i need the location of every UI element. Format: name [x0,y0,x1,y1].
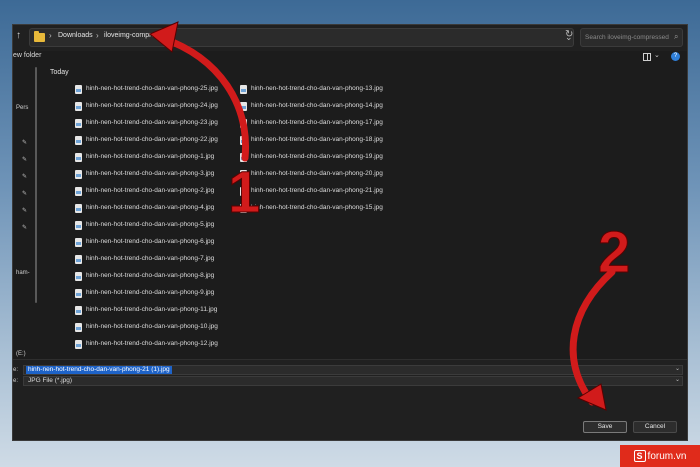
file-type-select[interactable]: JPG File (*.jpg) ⌄ [23,376,683,386]
address-box[interactable]: › Downloads › iloveimg-compressed ⌄ [29,28,574,47]
group-header-today: Today [50,69,69,76]
folder-icon [34,31,45,42]
image-file-icon [240,187,247,196]
file-name: hinh-nen-hot-trend-cho-dan-van-phong-8.j… [86,272,215,279]
nav-item-folder[interactable]: ham- [16,270,30,276]
pin-icon: ✎ [22,174,28,180]
save-as-dialog: ↑ › Downloads › iloveimg-compressed ⌄ ↻ … [12,24,688,441]
pin-icon: ✎ [22,225,28,231]
file-name: hinh-nen-hot-trend-cho-dan-van-phong-17.… [251,119,383,126]
search-input[interactable]: Search iloveimg-compressed ⌕ [580,28,683,47]
file-name: hinh-nen-hot-trend-cho-dan-van-phong-3.j… [86,170,215,177]
file-name: hinh-nen-hot-trend-cho-dan-van-phong-25.… [86,85,218,92]
cancel-button[interactable]: Cancel [633,421,677,433]
image-file-icon [75,119,82,128]
nav-scrollbar[interactable] [35,67,37,303]
pin-icon: ✎ [22,208,28,214]
pin-icon: ✎ [22,140,28,146]
address-bar: ↑ › Downloads › iloveimg-compressed ⌄ ↻ … [13,25,687,51]
new-folder-button[interactable]: ew folder [13,52,41,59]
file-name: hinh-nen-hot-trend-cho-dan-van-phong-20.… [251,170,383,177]
help-icon[interactable]: ? [671,52,680,61]
file-name: hinh-nen-hot-trend-cho-dan-van-phong-15.… [251,204,383,211]
image-file-icon [75,255,82,264]
brand-logo: Sforum.vn [620,445,700,467]
file-name: hinh-nen-hot-trend-cho-dan-van-phong-12.… [86,340,218,347]
file-name: hinh-nen-hot-trend-cho-dan-van-phong-2.j… [86,187,215,194]
file-name: hinh-nen-hot-trend-cho-dan-van-phong-21.… [251,187,383,194]
file-name: hinh-nen-hot-trend-cho-dan-van-phong-4.j… [86,204,215,211]
file-name: hinh-nen-hot-trend-cho-dan-van-phong-5.j… [86,221,215,228]
search-placeholder: Search iloveimg-compressed [585,34,669,41]
save-type-label: e: [13,378,19,384]
file-name: hinh-nen-hot-trend-cho-dan-van-phong-1.j… [86,153,215,160]
file-name-label: e: [13,367,19,373]
search-icon: ⌕ [674,32,679,41]
image-file-icon [240,85,247,94]
file-name: hinh-nen-hot-trend-cho-dan-van-phong-13.… [251,85,383,92]
breadcrumb-downloads[interactable]: Downloads [58,32,93,39]
file-name: hinh-nen-hot-trend-cho-dan-van-phong-24.… [86,102,218,109]
file-name: hinh-nen-hot-trend-cho-dan-van-phong-7.j… [86,255,215,262]
image-file-icon [75,153,82,162]
file-type-value: JPG File (*.jpg) [28,377,73,384]
nav-item-drive-e[interactable]: (E:) [16,351,26,357]
image-file-icon [240,102,247,111]
chevron-down-icon[interactable]: ⌄ [675,376,680,384]
image-file-icon [75,323,82,332]
brand-mark: S [633,450,646,462]
image-file-icon [240,119,247,128]
file-list: Today hinh-nen-hot-trend-cho-dan-van-pho… [41,67,687,359]
chevron-right-icon: › [96,31,99,40]
file-name: hinh-nen-hot-trend-cho-dan-van-phong-14.… [251,102,383,109]
navigation-pane: Pers ✎ ✎ ✎ ✎ ✎ ✎ ham- (E:) [13,67,39,359]
image-file-icon [75,85,82,94]
brand-name: forum.vn [647,451,687,462]
file-name: hinh-nen-hot-trend-cho-dan-van-phong-19.… [251,153,383,160]
pin-icon: ✎ [22,191,28,197]
image-file-icon [75,136,82,145]
file-name: hinh-nen-hot-trend-cho-dan-van-phong-18.… [251,136,383,143]
chevron-right-icon: › [49,31,52,40]
image-file-icon [75,340,82,349]
file-name: hinh-nen-hot-trend-cho-dan-van-phong-23.… [86,119,218,126]
file-name: hinh-nen-hot-trend-cho-dan-van-phong-11.… [86,306,218,313]
save-button[interactable]: Save [583,421,627,433]
command-bar: ew folder ⌄ ? [13,51,687,67]
image-file-icon [240,136,247,145]
file-name-input[interactable]: hinh-nen-hot-trend-cho-dan-van-phong-21 … [23,365,683,375]
chevron-down-icon[interactable]: ⌄ [654,51,660,59]
image-file-icon [75,221,82,230]
image-file-icon [75,204,82,213]
image-file-icon [240,170,247,179]
file-name: hinh-nen-hot-trend-cho-dan-van-phong-22.… [86,136,218,143]
pin-icon: ✎ [22,157,28,163]
chevron-down-icon[interactable]: ⌄ [675,365,680,372]
back-arrow-icon[interactable]: ↑ [16,30,21,41]
image-file-icon [75,102,82,111]
image-file-icon [75,170,82,179]
image-file-icon [240,204,247,213]
image-file-icon [75,306,82,315]
breadcrumb-iloveimg-compressed[interactable]: iloveimg-compressed [104,32,170,39]
image-file-icon [75,187,82,196]
image-file-icon [240,153,247,162]
file-name: hinh-nen-hot-trend-cho-dan-van-phong-6.j… [86,238,215,245]
refresh-icon[interactable]: ↻ [565,29,573,40]
file-name: hinh-nen-hot-trend-cho-dan-van-phong-9.j… [86,289,215,296]
nav-item-personal[interactable]: Pers [16,105,28,111]
image-file-icon [75,272,82,281]
file-name-value: hinh-nen-hot-trend-cho-dan-van-phong-21 … [26,366,172,374]
save-panel: e: hinh-nen-hot-trend-cho-dan-van-phong-… [13,359,687,440]
view-options-icon[interactable] [643,53,651,61]
image-file-icon [75,238,82,247]
file-name: hinh-nen-hot-trend-cho-dan-van-phong-10.… [86,323,218,330]
image-file-icon [75,289,82,298]
